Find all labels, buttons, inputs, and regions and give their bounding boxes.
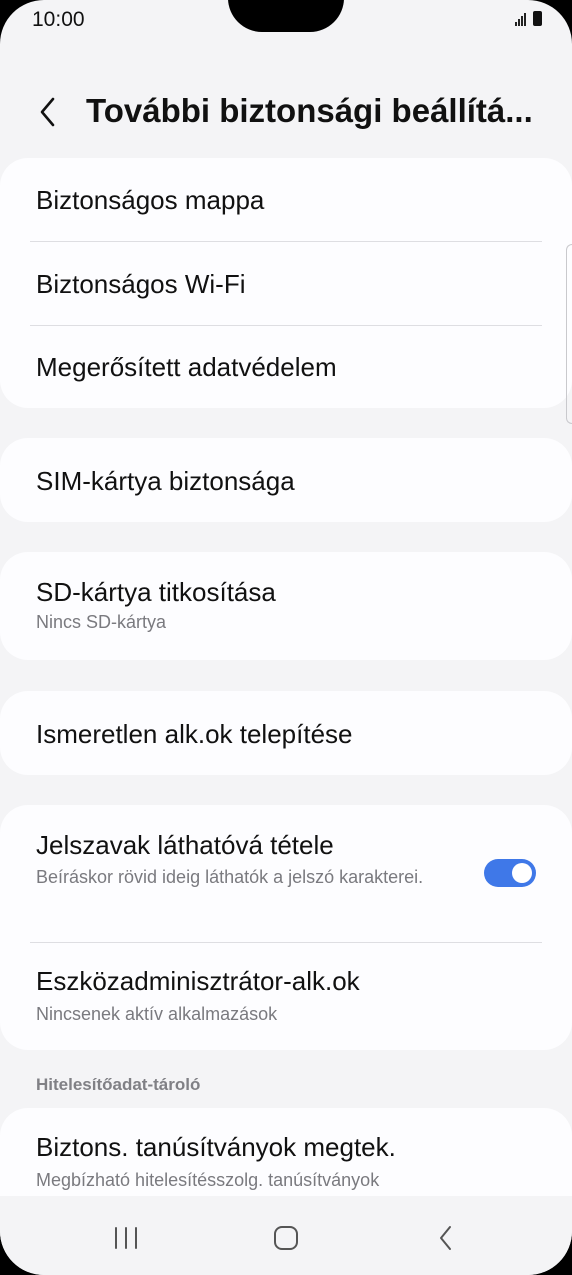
item-biztonsagos-wifi[interactable]: Biztonságos Wi-Fi [0, 242, 572, 326]
item-title: SIM-kártya biztonsága [36, 466, 295, 496]
item-eszkozadminisztrator-alkok[interactable]: Eszközadminisztrátor-alk.ok Nincsenek ak… [0, 943, 572, 1050]
settings-group-1: Biztonságos mappa Biztonságos Wi-Fi Mege… [0, 158, 572, 408]
settings-group-3: SD-kártya titkosítása Nincs SD-kártya [0, 552, 572, 660]
settings-group-4: Ismeretlen alk.ok telepítése [0, 691, 572, 775]
back-nav-button[interactable] [424, 1218, 468, 1258]
item-subtitle: Beíráskor rövid ideig láthatók a jelszó … [36, 867, 424, 887]
screen: 10:00 További biztonsági beállítá... Biz… [0, 0, 572, 1275]
scrollbar[interactable] [566, 244, 572, 424]
settings-group-2: SIM-kártya biztonsága [0, 438, 572, 522]
chevron-left-icon [40, 97, 55, 127]
recents-button[interactable] [104, 1218, 148, 1258]
item-subtitle: Nincsenek aktív alkalmazások [36, 1004, 278, 1024]
header: További biztonsági beállítá... [0, 80, 572, 144]
item-title: Biztonságos Wi-Fi [36, 269, 246, 299]
settings-group-5: Jelszavak láthatóvá tétele Beíráskor röv… [0, 805, 572, 1050]
item-sd-kartya-titkositasa[interactable]: SD-kártya titkosítása Nincs SD-kártya [0, 552, 572, 660]
item-jelszavak-lathatova-tetele[interactable]: Jelszavak láthatóvá tétele Beíráskor röv… [0, 805, 572, 942]
home-button[interactable] [264, 1218, 308, 1258]
navigation-bar [0, 1196, 572, 1275]
item-subtitle: Megbízható hitelesítésszolg. tanúsítvány… [36, 1170, 380, 1190]
item-title: Jelszavak láthatóvá tétele [36, 830, 334, 860]
recents-icon [115, 1227, 137, 1249]
battery-icon [533, 11, 542, 26]
home-icon [274, 1226, 298, 1250]
show-passwords-toggle[interactable] [484, 859, 536, 887]
item-title: Eszközadminisztrátor-alk.ok [36, 966, 360, 996]
page-title: További biztonsági beállítá... [86, 92, 533, 129]
item-biztonsagos-mappa[interactable]: Biztonságos mappa [0, 158, 572, 242]
section-header: Hitelesítőadat-tároló [36, 1075, 201, 1094]
item-sim-kartya-biztonsaga[interactable]: SIM-kártya biztonsága [0, 438, 572, 522]
back-button[interactable] [30, 90, 66, 134]
camera-notch [228, 0, 344, 32]
item-title: Biztons. tanúsítványok megtek. [36, 1132, 396, 1162]
item-title: Megerősített adatvédelem [36, 352, 337, 382]
item-megerositett-adatvedelem[interactable]: Megerősített adatvédelem [0, 326, 572, 408]
item-subtitle: Nincs SD-kártya [36, 612, 167, 632]
item-ismeretlen-alkok-telepitese[interactable]: Ismeretlen alk.ok telepítése [0, 691, 572, 775]
signal-icon [515, 12, 526, 26]
status-icons [515, 10, 542, 26]
status-time: 10:00 [32, 8, 85, 31]
item-title: Ismeretlen alk.ok telepítése [36, 719, 353, 749]
toggle-knob [512, 863, 532, 883]
item-title: Biztonságos mappa [36, 185, 265, 215]
back-icon [440, 1226, 451, 1250]
item-title: SD-kártya titkosítása [36, 577, 276, 607]
